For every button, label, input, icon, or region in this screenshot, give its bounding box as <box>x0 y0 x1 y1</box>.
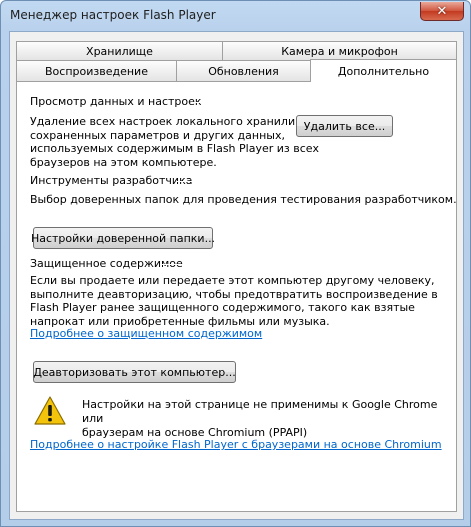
close-button[interactable]: ✕ <box>420 2 464 21</box>
protected-content-title: Защищенное содержимое <box>30 257 183 270</box>
description-line: Если вы продаете или передаете этот комп… <box>30 274 435 287</box>
tab-label: Хранилище <box>86 44 153 58</box>
section-divider <box>161 264 445 265</box>
description-line: выполните деавторизацию, чтобы предотвра… <box>30 287 438 301</box>
settings-window: Менеджер настроек Flash Player ✕ Хранили… <box>0 0 471 527</box>
chrome-notice-text: Настройки на этой странице не применимы … <box>82 398 442 440</box>
delete-all-button[interactable]: Удалить все... <box>296 115 393 137</box>
window-title: Менеджер настроек Flash Player <box>10 8 216 22</box>
tab-label: Обновления <box>208 64 279 78</box>
warning-icon <box>34 396 66 425</box>
section-divider <box>191 102 445 103</box>
tab-updates[interactable]: Обновления <box>176 60 311 81</box>
tab-label: Камера и микрофон <box>281 44 398 58</box>
tab-storage[interactable]: Хранилище <box>16 41 223 60</box>
close-icon: ✕ <box>436 3 448 19</box>
deauthorize-computer-button[interactable]: Деавторизовать этот компьютер... <box>33 361 236 383</box>
protected-content-link[interactable]: Подробнее о защищенном содержимом <box>30 327 262 340</box>
notice-line: Настройки на этой странице не применимы … <box>82 398 438 425</box>
description-line: напрокат или приобретенные фильмы или му… <box>30 314 330 328</box>
title-bar[interactable]: Менеджер настроек Flash Player ✕ <box>1 1 470 31</box>
trusted-folder-settings-button[interactable]: Настройки доверенной папки... <box>31 227 215 249</box>
description-line: браузеров на этом компьютере. <box>30 155 217 169</box>
tab-playback[interactable]: Воспроизведение <box>16 60 177 81</box>
tab-advanced[interactable]: Дополнительно <box>310 59 457 82</box>
tab-label: Дополнительно <box>337 64 430 78</box>
client-area: Хранилище Камера и микрофон Воспроизведе… <box>9 31 464 520</box>
tab-label: Воспроизведение <box>45 64 148 78</box>
browsing-data-description: Удаление всех настроек локального хранил… <box>30 115 319 169</box>
advanced-panel: Просмотр данных и настроек Удаление всех… <box>16 81 457 512</box>
description-line: используемых содержимым в Flash Player и… <box>30 142 320 155</box>
protected-content-description: Если вы продаете или передаете этот комп… <box>30 274 438 328</box>
developer-tools-description: Выбор доверенных папок для проведения те… <box>30 193 457 206</box>
developer-tools-title: Инструменты разработчика <box>30 174 193 187</box>
description-line: Удаление всех настроек локального хранил… <box>30 115 316 128</box>
browsing-data-title: Просмотр данных и настроек <box>30 95 202 108</box>
description-line: Flash Player ранее защищенного содержимо… <box>30 301 415 314</box>
tab-camera-microphone[interactable]: Камера и микрофон <box>222 41 457 60</box>
section-divider <box>177 181 445 182</box>
section-divider <box>30 393 445 394</box>
chromium-settings-link[interactable]: Подробнее о настройке Flash Player с бра… <box>30 438 442 451</box>
description-line: сохраненных параметров и других данных, <box>30 128 285 142</box>
